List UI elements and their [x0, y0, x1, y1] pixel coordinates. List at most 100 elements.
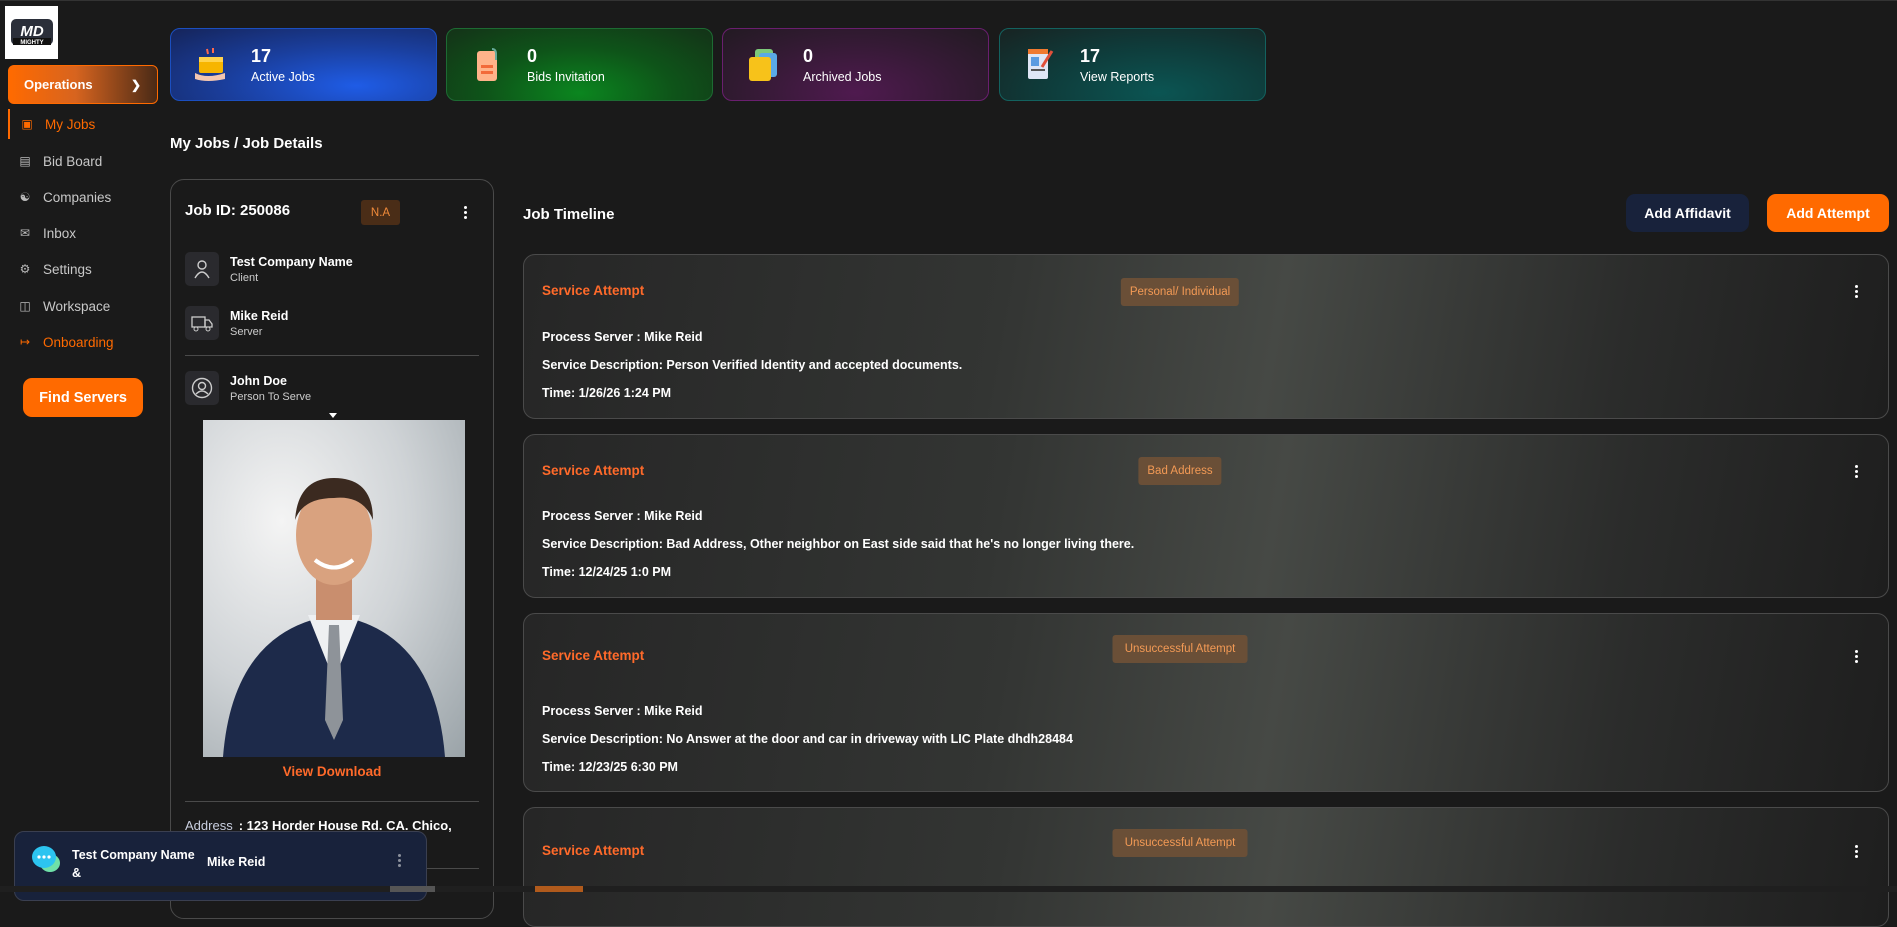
sidebar-item-label: Companies	[43, 189, 112, 205]
user-circle-icon	[185, 371, 219, 405]
entry-title: Service Attempt	[542, 648, 645, 663]
logo[interactable]: MD MIGHTY	[5, 6, 58, 59]
truck-icon	[185, 306, 219, 340]
timeline-entry: Service Attempt Unsuccessful Attempt Pro…	[523, 613, 1889, 792]
chat-server: Mike Reid	[207, 855, 266, 869]
stat-card-archived-jobs[interactable]: 0 Archived Jobs	[722, 28, 989, 101]
invitation-tag-icon	[467, 45, 507, 85]
envelope-open-icon: ✉	[19, 226, 31, 240]
sidebar-item-label: Workspace	[43, 298, 111, 314]
status-badge: N.A	[361, 200, 400, 225]
person-row: John Doe Person To Serve	[185, 371, 311, 405]
sidebar-item-companies[interactable]: ☯ Companies	[8, 182, 158, 212]
entry-server: Process Server : Mike Reid	[542, 330, 703, 344]
entry-badge: Unsuccessful Attempt	[1112, 829, 1248, 857]
sidebar-item-label: My Jobs	[45, 116, 96, 132]
client-role: Client	[230, 271, 259, 284]
person-name: John Doe	[230, 373, 287, 388]
add-attempt-button[interactable]: Add Attempt	[1767, 194, 1889, 232]
find-servers-button[interactable]: Find Servers	[23, 378, 143, 417]
add-affidavit-button[interactable]: Add Affidavit	[1626, 194, 1749, 232]
job-id: Job ID: 250086	[185, 202, 291, 219]
entry-server: Process Server : Mike Reid	[542, 704, 703, 718]
timeline-entry: Service Attempt Bad Address Process Serv…	[523, 434, 1889, 598]
sidebar-item-settings[interactable]: ⚙ Settings	[8, 254, 158, 284]
job-timeline-title: Job Timeline	[523, 206, 615, 223]
sidebar-item-label: Bid Board	[43, 153, 103, 169]
entry-time: Time: 12/24/25 1:0 PM	[542, 565, 672, 579]
sidebar-item-inbox[interactable]: ✉ Inbox	[8, 218, 158, 248]
entry-title: Service Attempt	[542, 463, 645, 478]
chevron-down-icon: ❯	[130, 77, 141, 92]
timeline-entry: Service Attempt Unsuccessful Attempt	[523, 807, 1889, 927]
stat-value: 17	[251, 45, 272, 66]
gear-icon: ⚙	[19, 262, 31, 276]
sidebar-item-workspace[interactable]: ◫ Workspace	[8, 291, 158, 321]
chat-company: Test Company Name	[72, 848, 195, 862]
sidebar-item-label: Inbox	[43, 225, 77, 241]
caret-down-icon	[329, 413, 337, 418]
stat-value: 0	[527, 45, 538, 66]
entry-badge: Unsuccessful Attempt	[1112, 635, 1248, 663]
stat-label: Bids Invitation	[527, 69, 605, 84]
entry-time: Time: 12/23/25 6:30 PM	[542, 760, 678, 774]
more-options-icon[interactable]	[1852, 465, 1860, 478]
sidebar-item-my-jobs[interactable]: ▣ My Jobs	[8, 109, 158, 139]
entry-badge: Personal/ Individual	[1120, 278, 1240, 306]
entry-badge: Bad Address	[1138, 457, 1222, 485]
client-row: Test Company Name Client	[185, 252, 353, 286]
stat-label: Archived Jobs	[803, 69, 882, 84]
scrollbar-marker	[535, 886, 583, 892]
chat-bubble-icon	[31, 844, 61, 879]
stat-label: View Reports	[1080, 69, 1155, 84]
sidebar-item-label: Onboarding	[43, 334, 114, 350]
operations-dropdown[interactable]: Operations ❯	[8, 65, 158, 104]
svg-text:MIGHTY: MIGHTY	[20, 40, 43, 46]
breadcrumb: My Jobs / Job Details	[170, 135, 323, 152]
svg-text:MD: MD	[20, 23, 43, 40]
server-name: Mike Reid	[230, 308, 289, 323]
divider	[185, 801, 479, 802]
bag-icon: ◫	[19, 299, 31, 313]
stat-card-active-jobs[interactable]: 17 Active Jobs	[170, 28, 437, 101]
entry-time: Time: 1/26/26 1:24 PM	[542, 386, 672, 400]
entry-description: Service Description: No Answer at the do…	[542, 732, 1073, 746]
folder-stack-icon	[743, 45, 783, 85]
chat-ampersand: &	[72, 866, 82, 880]
operations-label: Operations	[24, 77, 93, 92]
sidebar-item-label: Settings	[43, 261, 92, 277]
entry-title: Service Attempt	[542, 843, 645, 858]
job-details-card: Job ID: 250086 N.A Test Company Name Clie…	[170, 179, 494, 919]
box-hand-icon	[191, 45, 231, 85]
entry-server: Process Server : Mike Reid	[542, 509, 703, 523]
briefcase-icon: ▣	[21, 117, 33, 131]
user-icon	[185, 252, 219, 286]
horizontal-scrollbar[interactable]	[0, 886, 1897, 892]
clipboard-icon: ▤	[19, 154, 31, 168]
report-pen-icon	[1020, 45, 1060, 85]
entry-description: Service Description: Bad Address, Other …	[542, 537, 1135, 551]
more-options-icon[interactable]	[1852, 845, 1860, 858]
entry-description: Service Description: Person Verified Ide…	[542, 358, 963, 372]
stat-label: Active Jobs	[251, 69, 315, 84]
bank-icon: ☯	[19, 190, 31, 204]
sidebar-item-onboarding[interactable]: ↦ Onboarding	[8, 327, 158, 357]
client-name: Test Company Name	[230, 254, 353, 269]
more-options-icon[interactable]	[1852, 285, 1860, 298]
stat-value: 0	[803, 45, 814, 66]
view-download-link[interactable]: View Download	[171, 764, 493, 779]
divider	[185, 355, 479, 356]
more-options-icon[interactable]	[395, 854, 403, 867]
stat-value: 17	[1080, 45, 1101, 66]
sidebar-item-bid-board[interactable]: ▤ Bid Board	[8, 146, 158, 176]
more-options-icon[interactable]	[1852, 650, 1860, 663]
more-options-icon[interactable]	[461, 206, 469, 219]
server-role: Server	[230, 325, 263, 338]
person-photo[interactable]	[203, 420, 465, 757]
timeline-entry: Service Attempt Personal/ Individual Pro…	[523, 254, 1889, 419]
entry-title: Service Attempt	[542, 283, 645, 298]
scrollbar-thumb[interactable]	[390, 886, 435, 892]
arrow-right-bar-icon: ↦	[19, 335, 31, 349]
stat-card-view-reports[interactable]: 17 View Reports	[999, 28, 1266, 101]
stat-card-bids-invitation[interactable]: 0 Bids Invitation	[446, 28, 713, 101]
